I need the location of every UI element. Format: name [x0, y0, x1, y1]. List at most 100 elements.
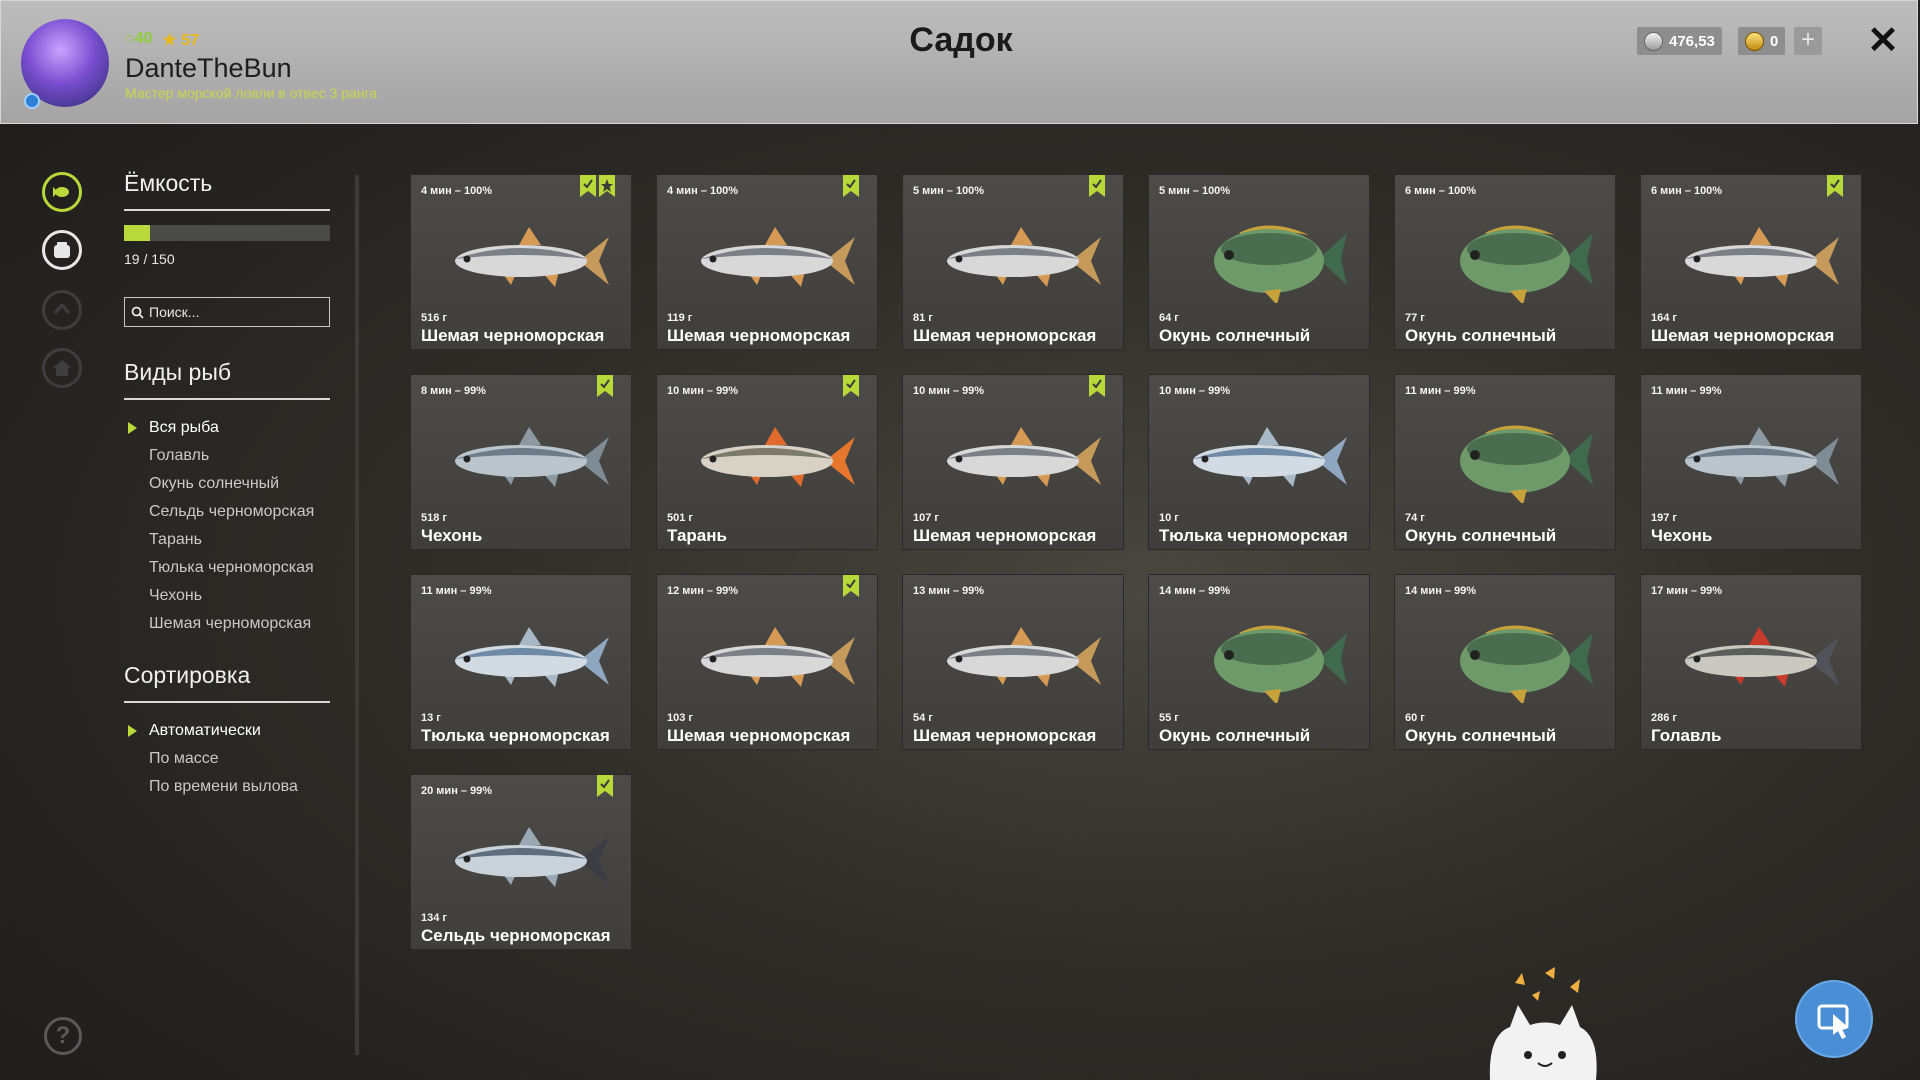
- top-bar: ○40 ★ 57 DanteTheBun Мастер морской ловл…: [0, 0, 1918, 124]
- fish-name: Окунь солнечный: [1405, 726, 1557, 745]
- fish-card[interactable]: 14 мин – 99% 55 г Окунь солнечный: [1148, 574, 1370, 750]
- fish-name: Окунь солнечный: [1405, 326, 1557, 345]
- fish-card[interactable]: 14 мин – 99% 60 г Окунь солнечный: [1394, 574, 1616, 750]
- species-filter-item[interactable]: Голавль: [124, 442, 330, 470]
- fish-name: Окунь солнечный: [1405, 526, 1557, 545]
- silver-coin-icon: [1644, 31, 1663, 51]
- species-filter-item[interactable]: Тюлька черноморская: [124, 554, 330, 582]
- species-section: Виды рыб Вся рыба Голавль Окунь солнечный С…: [124, 359, 330, 638]
- sort-option-item[interactable]: По массе: [124, 745, 330, 773]
- fish-tyulka-icon: [1169, 415, 1351, 503]
- fish-card[interactable]: 12 мин – 99% 103 г Шемая черноморская: [656, 574, 878, 750]
- fish-name: Тюлька черноморская: [421, 726, 610, 745]
- fish-card[interactable]: 4 мин – 100% 516 г Шемая черноморская: [410, 174, 632, 350]
- checked-bookmark-icon[interactable]: [843, 175, 859, 197]
- fish-shemaya-icon: [677, 215, 859, 303]
- fish-card[interactable]: 4 мин – 100% 119 г Шемая черноморская: [656, 174, 878, 350]
- sort-option-item[interactable]: По времени вылова: [124, 773, 330, 801]
- fish-card[interactable]: 6 мин – 100% 77 г Окунь солнечный: [1394, 174, 1616, 350]
- fish-card[interactable]: 5 мин – 100% 64 г Окунь солнечный: [1148, 174, 1370, 350]
- species-filter-item[interactable]: Сельдь черноморская: [124, 498, 330, 526]
- fish-shemaya-icon: [431, 215, 613, 303]
- nav-fish-icon[interactable]: [42, 172, 82, 212]
- fish-sunfish-icon: [1415, 615, 1597, 705]
- checked-bookmark-icon[interactable]: [580, 175, 596, 197]
- fish-weight: 518 г: [421, 512, 447, 524]
- sorting-section: Сортировка Автоматически По массе По време…: [124, 662, 330, 801]
- help-icon[interactable]: ?: [44, 1017, 82, 1055]
- fish-tyulka-icon: [431, 615, 613, 703]
- checked-bookmark-icon[interactable]: [843, 375, 859, 397]
- fish-card[interactable]: 20 мин – 99% 134 г Сельдь черноморская: [410, 774, 632, 950]
- search-input[interactable]: [149, 304, 309, 320]
- favorite-star-bookmark-icon[interactable]: [599, 175, 615, 197]
- checked-bookmark-icon[interactable]: [1089, 175, 1105, 197]
- fish-card[interactable]: 10 мин – 99% 107 г Шемая черноморская: [902, 374, 1124, 550]
- fish-name: Тарань: [667, 526, 727, 545]
- fish-card[interactable]: 8 мин – 99% 518 г Чехонь: [410, 374, 632, 550]
- close-button[interactable]: ✕: [1863, 21, 1903, 61]
- species-filter-item[interactable]: Тарань: [124, 526, 330, 554]
- fish-card[interactable]: 10 мин – 99% 10 г Тюлька черноморская: [1148, 374, 1370, 550]
- cursor-mode-button[interactable]: [1797, 982, 1871, 1056]
- fish-card[interactable]: 11 мин – 99% 74 г Окунь солнечный: [1394, 374, 1616, 550]
- fish-weight: 197 г: [1651, 512, 1677, 524]
- nav-keepnet-icon[interactable]: [42, 230, 82, 270]
- fish-sunfish-icon: [1415, 215, 1597, 305]
- fish-weight: 74 г: [1405, 512, 1425, 524]
- fish-catch-time: 20 мин – 99%: [421, 785, 493, 797]
- fish-catch-time: 8 мин – 99%: [421, 385, 486, 397]
- fish-shemaya-icon: [923, 415, 1105, 503]
- species-filter-item[interactable]: Шемая черноморская: [124, 610, 330, 638]
- fish-catch-time: 6 мин – 100%: [1651, 185, 1723, 197]
- capacity-fill: [124, 225, 151, 241]
- fish-weight: 54 г: [913, 712, 933, 724]
- species-list: Вся рыба Голавль Окунь солнечный Сельдь чер…: [124, 414, 330, 638]
- checked-bookmark-icon[interactable]: [1827, 175, 1843, 197]
- fish-name: Окунь солнечный: [1159, 726, 1311, 745]
- fish-card[interactable]: 11 мин – 99% 13 г Тюлька черноморская: [410, 574, 632, 750]
- fish-taran-icon: [677, 415, 859, 503]
- fish-shemaya-icon: [923, 215, 1105, 303]
- platform-badge-icon: [24, 93, 40, 109]
- species-filter-item[interactable]: Чехонь: [124, 582, 330, 610]
- page-title: Садок: [909, 21, 1013, 59]
- sort-option-item[interactable]: Автоматически: [124, 717, 330, 745]
- fish-weight: 164 г: [1651, 312, 1677, 324]
- search-field[interactable]: [124, 297, 330, 327]
- fish-name: Шемая черноморская: [667, 726, 851, 745]
- fish-sunfish-icon: [1169, 615, 1351, 705]
- checked-bookmark-icon[interactable]: [597, 375, 613, 397]
- checked-bookmark-icon[interactable]: [1089, 375, 1105, 397]
- fish-card[interactable]: 11 мин – 99% 197 г Чехонь: [1640, 374, 1862, 550]
- checked-bookmark-icon[interactable]: [597, 775, 613, 797]
- capacity-heading: Ёмкость: [124, 170, 330, 211]
- checked-bookmark-icon[interactable]: [843, 575, 859, 597]
- fish-weight: 64 г: [1159, 312, 1179, 324]
- fish-sunfish-icon: [1415, 415, 1597, 505]
- capacity-bar: [124, 225, 330, 241]
- silver-balance[interactable]: 476,53: [1637, 27, 1722, 55]
- nav-home-icon[interactable]: [42, 348, 82, 388]
- fish-name: Тюлька черноморская: [1159, 526, 1348, 545]
- fish-name: Окунь солнечный: [1159, 326, 1311, 345]
- nav-rank-icon[interactable]: [42, 290, 82, 330]
- fish-card[interactable]: 6 мин – 100% 164 г Шемая черноморская: [1640, 174, 1862, 350]
- species-filter-item[interactable]: Вся рыба: [124, 414, 330, 442]
- fish-card[interactable]: 5 мин – 100% 81 г Шемая черноморская: [902, 174, 1124, 350]
- fish-catch-time: 6 мин – 100%: [1405, 185, 1477, 197]
- fish-weight: 107 г: [913, 512, 939, 524]
- fish-weight: 77 г: [1405, 312, 1425, 324]
- cursor-icon: [1817, 1004, 1849, 1039]
- gold-coin-icon: [1745, 31, 1764, 51]
- fish-weight: 13 г: [421, 712, 441, 724]
- fish-card[interactable]: 17 мин – 99% 286 г Голавль: [1640, 574, 1862, 750]
- search-icon: [131, 306, 144, 319]
- gold-balance[interactable]: 0: [1738, 27, 1786, 55]
- gold-amount: 0: [1770, 32, 1779, 50]
- add-currency-button[interactable]: +: [1794, 27, 1822, 55]
- fish-card[interactable]: 10 мин – 99% 501 г Тарань: [656, 374, 878, 550]
- species-filter-item[interactable]: Окунь солнечный: [124, 470, 330, 498]
- fish-card[interactable]: 13 мин – 99% 54 г Шемая черноморская: [902, 574, 1124, 750]
- fish-catch-time: 10 мин – 99%: [667, 385, 739, 397]
